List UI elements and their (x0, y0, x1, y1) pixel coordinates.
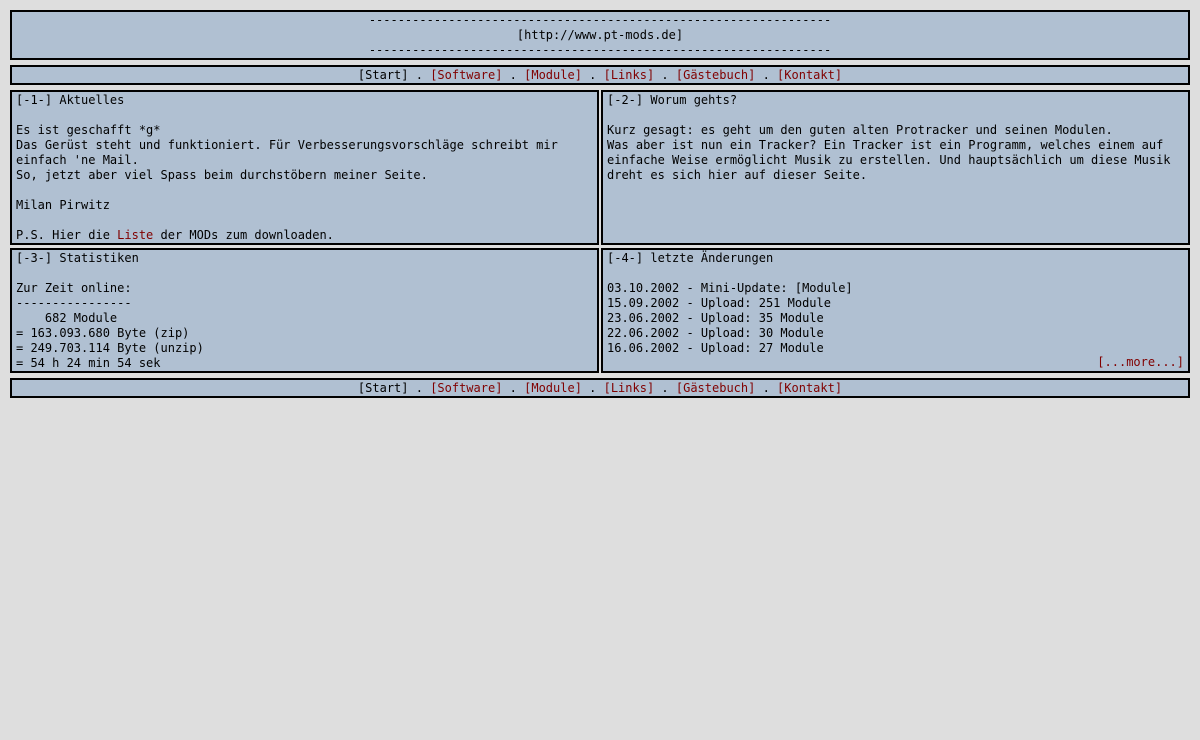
panel-title: [-3-] Statistiken (16, 251, 139, 265)
nav-separator: . (502, 381, 525, 395)
stats-unzip-size: = 249.703.114 Byte (unzip) (16, 341, 204, 355)
nav-separator: . (408, 68, 431, 82)
news-line: So, jetzt aber viel Spass beim durchstöb… (16, 168, 428, 182)
panel-worum-gehts: [-2-] Worum gehts? Kurz gesagt: es geht … (601, 90, 1190, 245)
panel-row-2: [-3-] Statistiken Zur Zeit online: -----… (10, 248, 1190, 373)
nav-separator: . (581, 68, 604, 82)
news-line: Das Gerüst steht und funktioniert. Für V… (16, 138, 558, 152)
about-line: einfache Weise ermöglicht Musik zu erste… (607, 153, 1171, 167)
nav-gaestebuch[interactable]: [Gästebuch] (676, 68, 755, 82)
header-rule-top: ----------------------------------------… (368, 13, 832, 27)
nav-software[interactable]: [Software] (430, 68, 502, 82)
nav-software[interactable]: [Software] (430, 381, 502, 395)
nav-kontakt[interactable]: [Kontakt] (777, 381, 842, 395)
panel-title: [-1-] Aktuelles (16, 93, 125, 107)
nav-start[interactable]: [Start] (358, 381, 409, 395)
nav-module[interactable]: [Module] (524, 68, 582, 82)
nav-separator: . (408, 381, 431, 395)
stats-zip-size: = 163.093.680 Byte (zip) (16, 326, 190, 340)
nav-separator: . (755, 381, 778, 395)
panel-title: [-2-] Worum gehts? (607, 93, 738, 107)
ps-text: P.S. Hier die (16, 228, 118, 242)
nav-gaestebuch[interactable]: [Gästebuch] (676, 381, 755, 395)
change-item: 15.09.2002 - Upload: 251 Module (607, 296, 831, 310)
change-item: 23.06.2002 - Upload: 35 Module (607, 311, 824, 325)
nav-separator: . (654, 381, 676, 395)
site-url[interactable]: [http://www.pt-mods.de] (12, 28, 1188, 43)
nav-separator: . (755, 68, 778, 82)
news-line: einfach 'ne Mail. (16, 153, 139, 167)
change-item: 03.10.2002 - Mini-Update: [Module] (607, 281, 853, 295)
panel-statistiken: [-3-] Statistiken Zur Zeit online: -----… (10, 248, 599, 373)
nav-separator: . (654, 68, 676, 82)
ps-text: der MODs zum downloaden. (153, 228, 334, 242)
panel-aktuelles: [-1-] Aktuelles Es ist geschafft *g* Das… (10, 90, 599, 245)
more-link[interactable]: [...more...] (1097, 355, 1184, 370)
header-rule-bottom: ----------------------------------------… (368, 43, 832, 57)
stats-rule: ---------------- (16, 296, 132, 310)
nav-module[interactable]: [Module] (524, 381, 582, 395)
panel-title: [-4-] letzte Änderungen (607, 251, 774, 265)
change-item: 16.06.2002 - Upload: 27 Module (607, 341, 824, 355)
panel-letzte-aenderungen: [-4-] letzte Änderungen 03.10.2002 - Min… (601, 248, 1190, 373)
nav-kontakt[interactable]: [Kontakt] (777, 68, 842, 82)
stats-label: Zur Zeit online: (16, 281, 132, 295)
nav-separator: . (502, 68, 525, 82)
site-header: ----------------------------------------… (10, 10, 1190, 60)
panel-row-1: [-1-] Aktuelles Es ist geschafft *g* Das… (10, 90, 1190, 245)
nav-separator: . (581, 381, 604, 395)
about-line: dreht es sich hier auf dieser Seite. (607, 168, 868, 182)
signature: Milan Pirwitz (16, 198, 110, 212)
about-line: Was aber ist nun ein Tracker? Ein Tracke… (607, 138, 1164, 152)
bottom-nav: [Start] . [Software] . [Module] . [Links… (10, 378, 1190, 398)
stats-duration: = 54 h 24 min 54 sek (16, 356, 161, 370)
news-line: Es ist geschafft *g* (16, 123, 161, 137)
stats-modules: 682 Module (16, 311, 118, 325)
top-nav: [Start] . [Software] . [Module] . [Links… (10, 65, 1190, 85)
page: ----------------------------------------… (10, 10, 1190, 398)
about-line: Kurz gesagt: es geht um den guten alten … (607, 123, 1113, 137)
change-item: 22.06.2002 - Upload: 30 Module (607, 326, 824, 340)
nav-links[interactable]: [Links] (604, 381, 655, 395)
nav-links[interactable]: [Links] (604, 68, 655, 82)
nav-start[interactable]: [Start] (358, 68, 409, 82)
liste-link[interactable]: Liste (117, 228, 153, 242)
